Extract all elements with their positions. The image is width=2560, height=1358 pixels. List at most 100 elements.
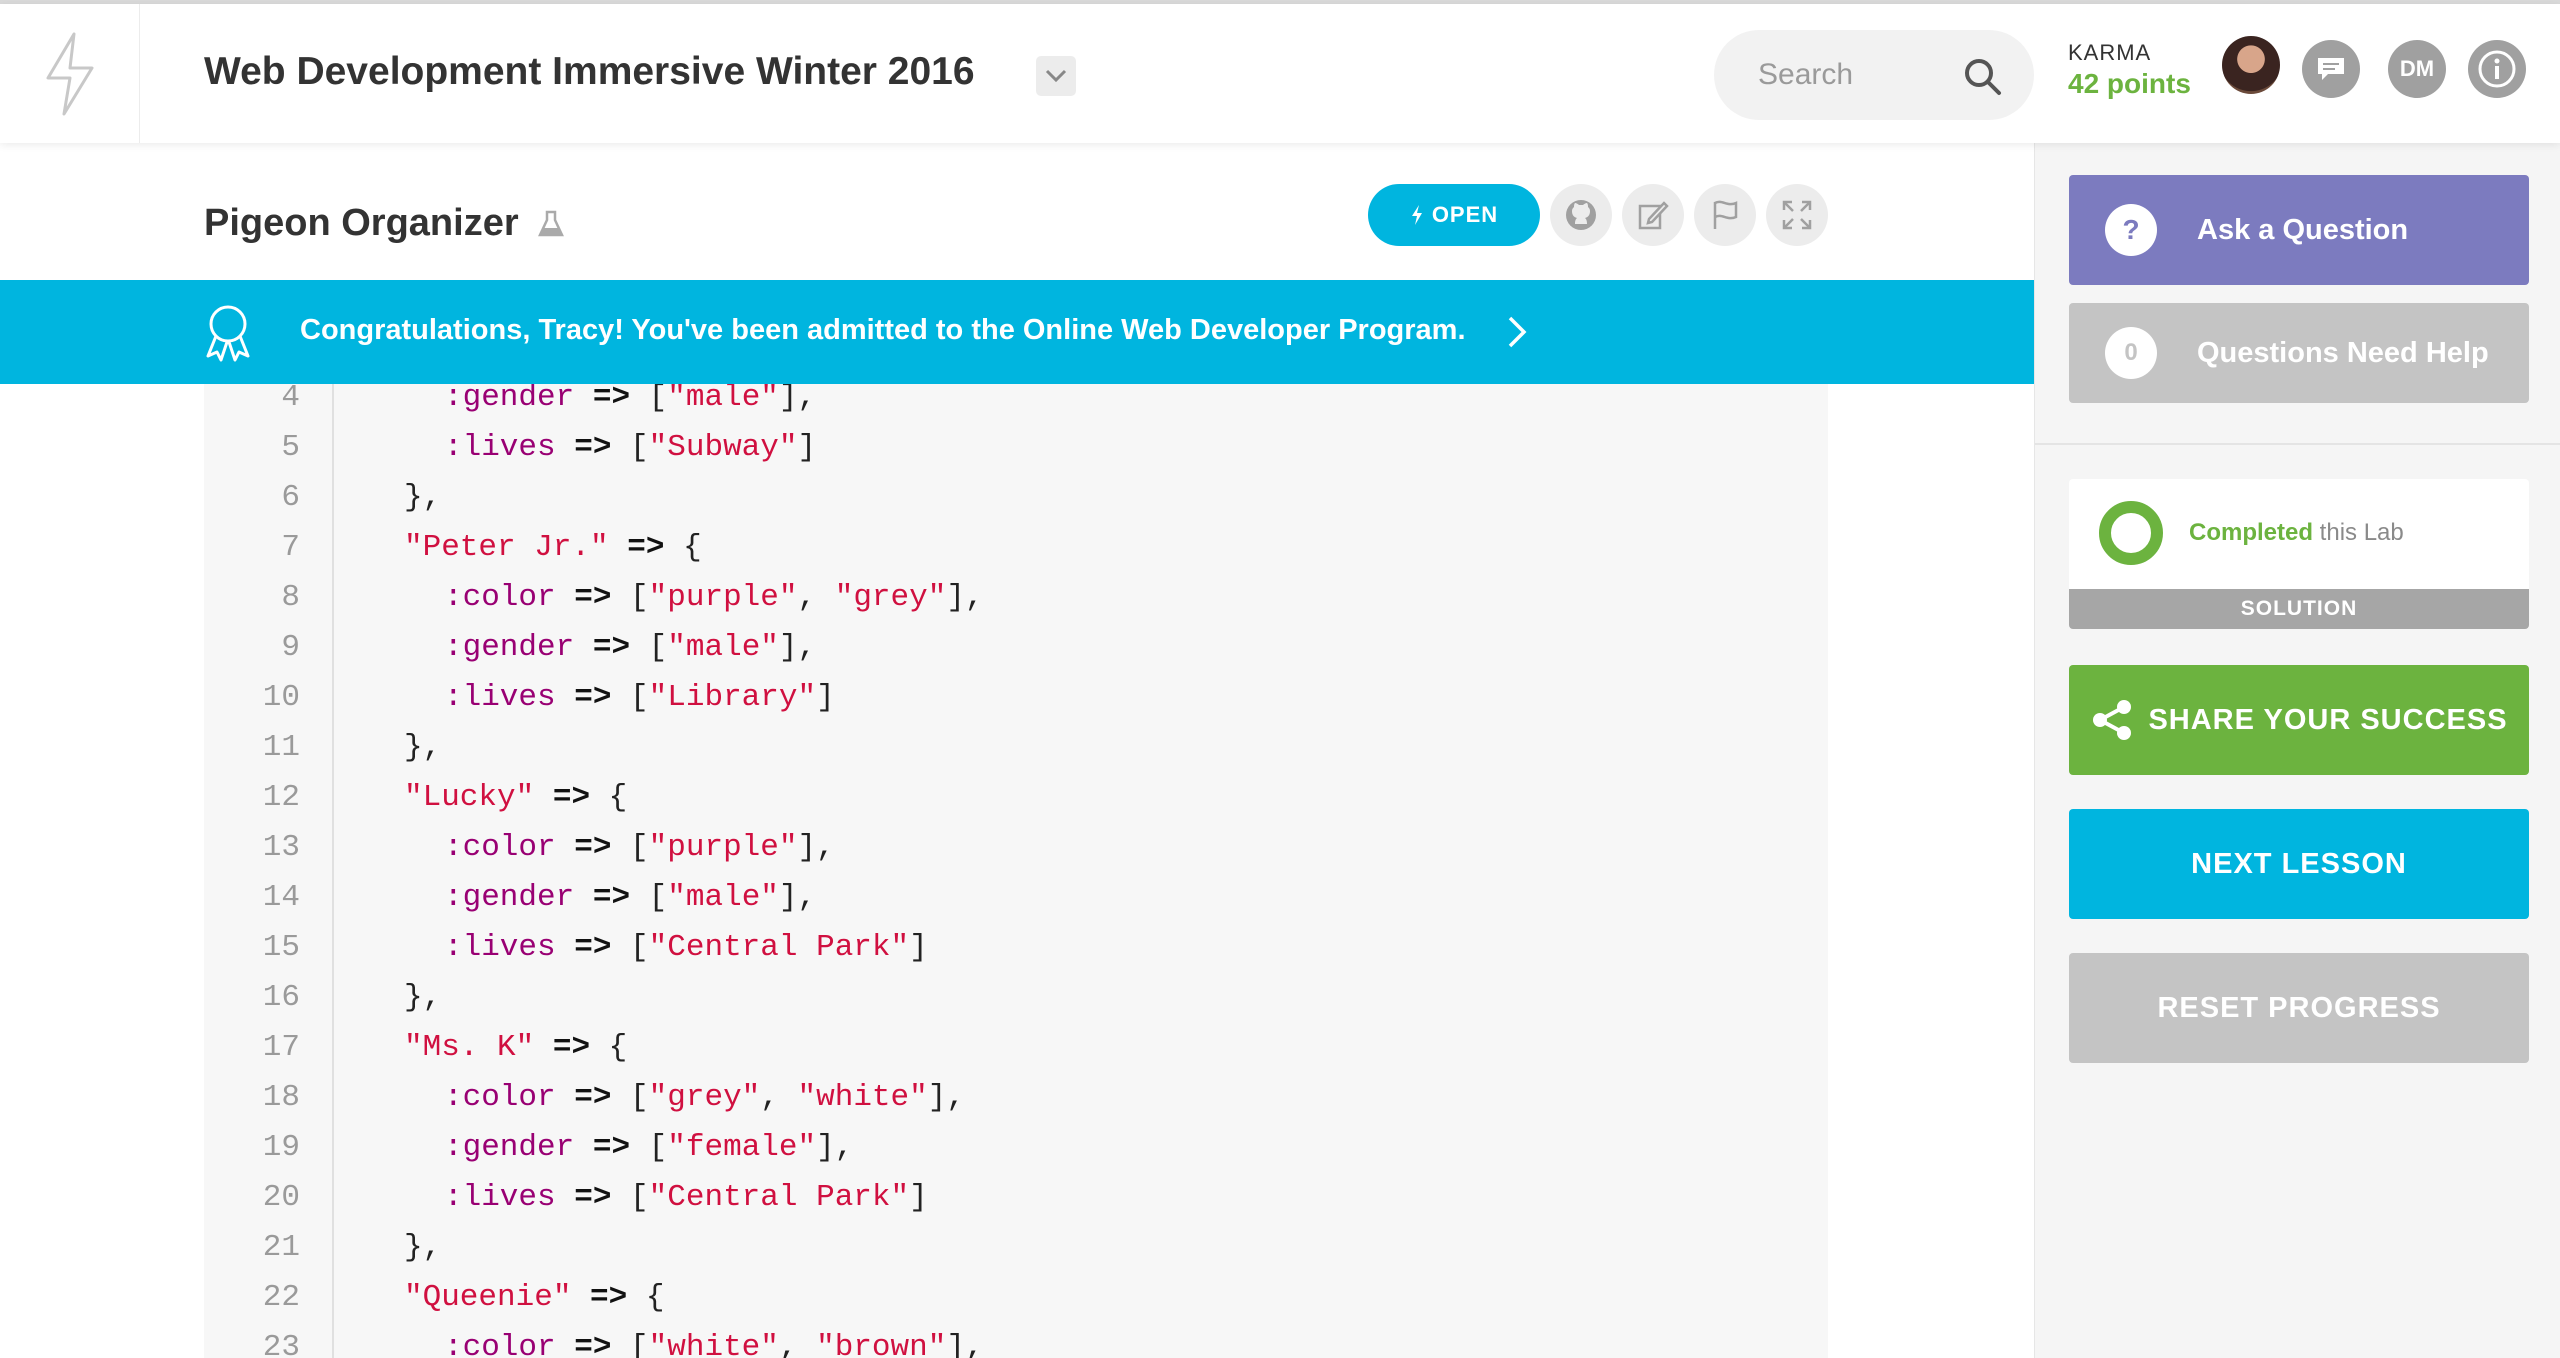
- punctuation-token: {: [664, 530, 702, 565]
- string-token: "purple": [648, 580, 798, 615]
- completion-status: Completed this Lab: [2189, 519, 2404, 547]
- questions-need-help-button[interactable]: 0 Questions Need Help: [2069, 303, 2529, 403]
- line-number: 10: [262, 680, 300, 715]
- operator-token: =>: [592, 384, 631, 415]
- github-button[interactable]: [1550, 184, 1612, 246]
- punctuation-token: ]: [797, 430, 817, 465]
- punctuation-token: [: [630, 880, 668, 915]
- punctuation-token: ],: [797, 830, 835, 865]
- code-viewer[interactable]: 4:gender => ["male"], 5:lives => ["Subway…: [204, 384, 1828, 1358]
- punctuation-token: {: [590, 1030, 628, 1065]
- line-number: 4: [281, 384, 300, 415]
- operator-token: =>: [627, 530, 665, 565]
- line-number: 11: [262, 730, 300, 765]
- punctuation-token: [556, 430, 575, 465]
- operator-token: =>: [574, 1330, 612, 1358]
- code-line: 12 "Lucky" => {: [204, 773, 1828, 823]
- code-text: },: [404, 973, 441, 1023]
- code-text: :gender => ["male"],: [444, 873, 816, 923]
- home-logo[interactable]: [0, 4, 140, 143]
- edit-button[interactable]: [1622, 184, 1684, 246]
- string-token: "Central Park": [648, 1180, 910, 1215]
- code-line: 22 "Queenie" => {: [204, 1273, 1828, 1323]
- punctuation-token: ],: [778, 880, 817, 915]
- code-line: 9:gender => ["male"],: [204, 623, 1828, 673]
- code-text: "Peter Jr." => {: [404, 523, 702, 573]
- line-number: 15: [262, 930, 300, 965]
- code-text: "Lucky" => {: [404, 773, 627, 823]
- course-title[interactable]: Web Development Immersive Winter 2016: [204, 50, 975, 94]
- share-success-button[interactable]: SHARE YOUR SUCCESS: [2069, 665, 2529, 775]
- code-line: 10 :lives => ["Library"]: [204, 673, 1828, 723]
- open-lab-label: OPEN: [1431, 202, 1499, 227]
- punctuation-token: ],: [816, 1130, 854, 1165]
- code-text: "Queenie" => {: [404, 1273, 664, 1323]
- string-token: "grey": [648, 1080, 761, 1115]
- line-number: 9: [281, 630, 300, 665]
- questions-count-badge: 0: [2105, 327, 2157, 379]
- code-line: 4:gender => ["male"],: [204, 384, 1828, 423]
- punctuation-token: [: [611, 1180, 649, 1215]
- line-number: 23: [262, 1330, 300, 1358]
- string-token: "Library": [648, 680, 817, 715]
- ask-question-button[interactable]: ? Ask a Question: [2069, 175, 2529, 285]
- punctuation-token: [556, 580, 575, 615]
- karma-label: KARMA: [2068, 40, 2152, 65]
- punctuation-token: },: [404, 730, 442, 765]
- search-input[interactable]: [1758, 54, 1958, 96]
- top-header: Web Development Immersive Winter 2016 KA…: [0, 4, 2560, 143]
- user-initials: DM: [2399, 56, 2435, 81]
- completion-card: Completed this Lab: [2069, 479, 2529, 589]
- string-token: "male": [667, 384, 779, 415]
- punctuation-token: {: [627, 1280, 665, 1315]
- punctuation-token: [534, 1030, 553, 1065]
- messages-button[interactable]: [2302, 40, 2360, 98]
- code-line: 8:color => ["purple", "grey"],: [204, 573, 1828, 623]
- punctuation-token: [609, 530, 628, 565]
- avatar[interactable]: [2222, 36, 2280, 94]
- punctuation-token: [574, 630, 593, 665]
- code-line: 6},: [204, 473, 1828, 523]
- flask-icon: [538, 210, 564, 237]
- chevron-right-icon[interactable]: [1502, 314, 1530, 350]
- string-token: "male": [667, 880, 779, 915]
- solution-button[interactable]: SOLUTION: [2069, 589, 2529, 629]
- sidebar-divider: [2035, 443, 2560, 445]
- punctuation-token: [574, 384, 593, 415]
- code-text: :gender => ["female"],: [444, 1123, 853, 1173]
- code-text: "Ms. K" => {: [404, 1023, 627, 1073]
- punctuation-token: [: [611, 430, 649, 465]
- info-button[interactable]: [2468, 40, 2526, 98]
- search-box[interactable]: [1714, 30, 2034, 120]
- search-icon[interactable]: [1962, 56, 2002, 96]
- punctuation-token: ],: [778, 384, 817, 415]
- user-menu-button[interactable]: DM: [2388, 40, 2446, 98]
- banner-message[interactable]: Congratulations, Tracy! You've been admi…: [300, 314, 1466, 347]
- next-lesson-button[interactable]: NEXT LESSON: [2069, 809, 2529, 919]
- string-token: "female": [667, 1130, 817, 1165]
- symbol-token: :color: [444, 580, 556, 615]
- flag-button[interactable]: [1694, 184, 1756, 246]
- code-line: 18:color => ["grey", "white"],: [204, 1073, 1828, 1123]
- admission-banner[interactable]: Congratulations, Tracy! You've been admi…: [0, 280, 2034, 384]
- operator-token: =>: [590, 1280, 628, 1315]
- string-token: "Peter Jr.": [404, 530, 609, 565]
- symbol-token: :color: [444, 830, 556, 865]
- reset-progress-button[interactable]: RESET PROGRESS: [2069, 953, 2529, 1063]
- string-token: "purple": [648, 830, 798, 865]
- course-dropdown-button[interactable]: [1036, 56, 1076, 96]
- line-number: 8: [281, 580, 300, 615]
- code-text: :lives => ["Library"]: [444, 673, 835, 723]
- code-text: :lives => ["Central Park"]: [444, 1173, 928, 1223]
- github-icon: [1566, 200, 1596, 230]
- punctuation-token: [574, 880, 593, 915]
- fullscreen-button[interactable]: [1766, 184, 1828, 246]
- symbol-token: :color: [444, 1080, 556, 1115]
- string-token: "grey": [834, 580, 947, 615]
- punctuation-token: [: [630, 630, 668, 665]
- line-number: 16: [262, 980, 300, 1015]
- sidebar: ? Ask a Question 0 Questions Need Help C…: [2034, 143, 2560, 1358]
- code-line: 23:color => ["white", "brown"],: [204, 1323, 1828, 1358]
- punctuation-token: [: [611, 1080, 649, 1115]
- open-lab-button[interactable]: OPEN: [1368, 184, 1540, 246]
